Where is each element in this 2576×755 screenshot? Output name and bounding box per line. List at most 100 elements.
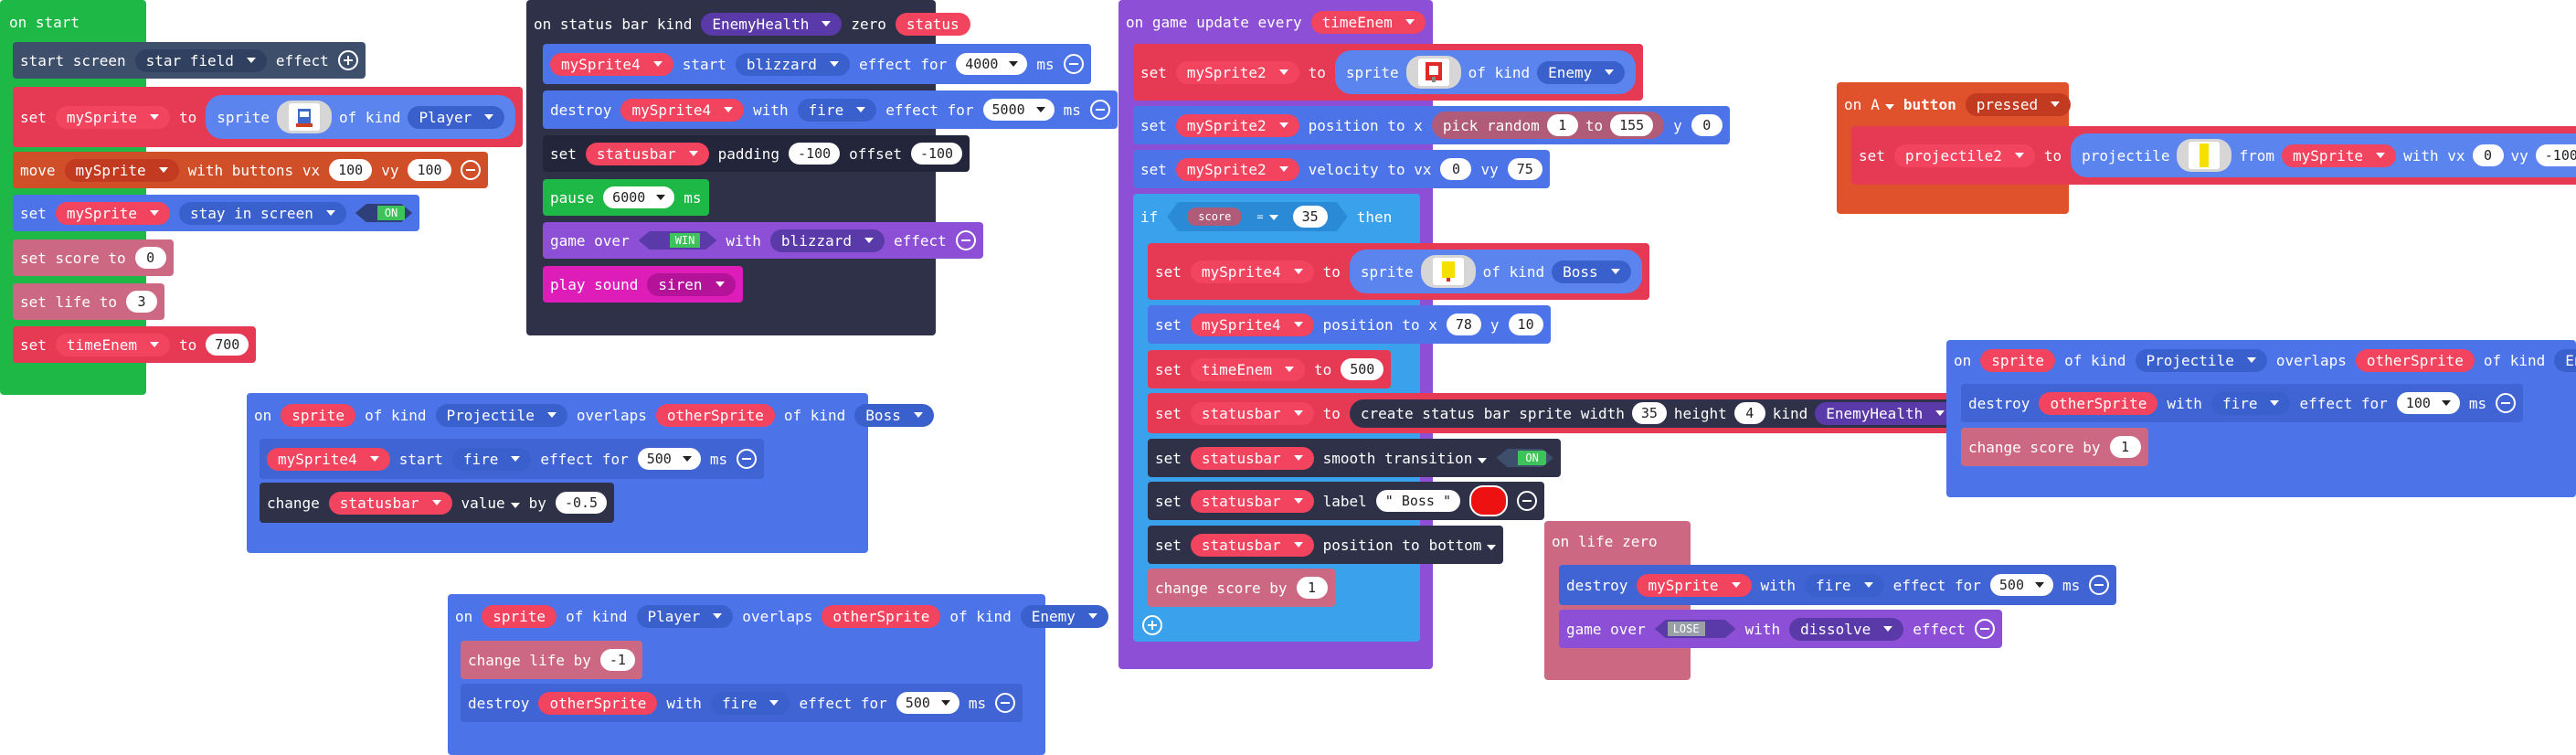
height-input[interactable]: 4 — [1733, 402, 1765, 424]
create-statusbar-reporter[interactable]: create status bar sprite width 35 height… — [1349, 399, 1967, 428]
effect-dropdown[interactable]: dissolve — [1789, 617, 1904, 641]
destroy-block[interactable]: destroy otherSprite with fire effect for… — [1961, 384, 2524, 422]
var-dropdown[interactable]: mySprite4 — [550, 52, 673, 76]
var-dropdown[interactable]: timeEnem — [1310, 10, 1426, 34]
width-input[interactable]: 35 — [1631, 402, 1667, 424]
start-screen-block[interactable]: start screen star field effect — [13, 42, 366, 79]
kind-dropdown[interactable]: Enemy — [1537, 60, 1626, 84]
random-max-input[interactable]: 155 — [1610, 114, 1654, 136]
kind-dropdown[interactable]: Boss — [1552, 260, 1631, 283]
ms-dropdown[interactable]: 100 — [2396, 392, 2460, 414]
kind-dropdown[interactable]: Enemy — [2554, 348, 2576, 372]
minus-icon[interactable] — [1517, 491, 1538, 511]
var-dropdown[interactable]: statusbar — [1190, 489, 1314, 513]
minus-icon[interactable] — [2089, 575, 2110, 595]
sprite-variable[interactable]: sprite — [1980, 348, 2056, 372]
label-block[interactable]: set statusbar label " Boss " — [1148, 482, 1545, 520]
x-input[interactable]: 78 — [1446, 314, 1481, 335]
sprite-image-thumbnail[interactable] — [1405, 56, 1461, 89]
position-dropdown[interactable]: bottom — [1429, 537, 1497, 554]
ms-dropdown[interactable]: 5000 — [982, 99, 1055, 121]
stay-in-screen-block[interactable]: set mySprite stay in screen ON — [13, 195, 420, 231]
other-sprite-variable[interactable]: otherSprite — [822, 604, 941, 628]
set-life-block[interactable]: set life to 3 — [13, 283, 164, 320]
set-enemy-block[interactable]: set mySprite2 to sprite of kind Enemy — [1133, 44, 1644, 101]
var-dropdown[interactable]: mySprite4 — [620, 98, 745, 122]
vx-input[interactable]: 0 — [2472, 144, 2504, 166]
prop-dropdown[interactable]: value — [461, 494, 520, 512]
offset-input[interactable]: -100 — [910, 143, 963, 165]
button-dropdown[interactable]: A — [1871, 96, 1894, 113]
minus-icon[interactable] — [737, 449, 758, 469]
kind-dropdown[interactable]: Player — [408, 105, 505, 129]
minus-icon[interactable] — [955, 230, 976, 250]
projectile-image-thumbnail[interactable] — [2177, 139, 2232, 172]
vx-input[interactable]: 100 — [329, 159, 373, 181]
effect-dropdown[interactable]: fire — [1805, 573, 1884, 597]
effect-dropdown[interactable]: fire — [2210, 391, 2291, 415]
value-input[interactable]: -0.5 — [555, 492, 608, 514]
destroy-block[interactable]: destroy mySprite4 with fire effect for 5… — [543, 90, 1118, 129]
var-dropdown[interactable]: timeEnem — [1190, 357, 1305, 381]
destroy-block[interactable]: destroy mySprite with fire effect for 50… — [1559, 565, 2117, 605]
smooth-transition-block[interactable]: set statusbar smooth transition ON — [1148, 439, 1561, 477]
vy-input[interactable]: 75 — [1507, 158, 1542, 180]
change-life-block[interactable]: change life by -1 — [461, 641, 642, 679]
var-dropdown[interactable]: statusbar — [585, 142, 709, 165]
var-dropdown[interactable]: mySprite2 — [1175, 113, 1299, 137]
play-sound-block[interactable]: play sound siren — [543, 266, 743, 303]
win-toggle[interactable]: WIN — [639, 231, 717, 250]
velocity-block[interactable]: set mySprite2 velocity to vx 0 vy 75 — [1133, 150, 1550, 188]
position-block[interactable]: set mySprite2 position to x pick random … — [1133, 106, 1730, 144]
effect-dropdown[interactable]: fire — [797, 98, 877, 122]
ms-dropdown[interactable]: 500 — [896, 692, 959, 714]
var-dropdown[interactable]: mySprite4 — [1190, 313, 1314, 336]
ms-dropdown[interactable]: 4000 — [956, 53, 1028, 75]
move-block[interactable]: move mySprite with buttons vx 100 vy 100 — [13, 152, 488, 188]
vy-input[interactable]: 100 — [408, 159, 451, 181]
score-input[interactable]: 1 — [2109, 436, 2141, 458]
kind-dropdown[interactable]: EnemyHealth — [1815, 401, 1956, 425]
var-dropdown[interactable]: statusbar — [1190, 446, 1314, 470]
compare-condition[interactable]: score = 35 — [1167, 202, 1347, 231]
kind-dropdown[interactable]: Projectile — [435, 403, 567, 427]
minus-icon[interactable] — [1063, 54, 1084, 74]
var-dropdown[interactable]: mySprite — [64, 158, 179, 182]
y-input[interactable]: 10 — [1508, 314, 1543, 335]
sprite-image-thumbnail[interactable] — [1420, 255, 1476, 288]
effect-dropdown[interactable]: fire — [451, 447, 532, 471]
vx-input[interactable]: 0 — [1440, 158, 1472, 180]
kind-dropdown[interactable]: Enemy — [1020, 604, 1108, 628]
time-input[interactable]: 500 — [1341, 358, 1384, 380]
ms-dropdown[interactable]: 500 — [1989, 574, 2053, 596]
other-sprite-variable[interactable]: otherSprite — [538, 691, 658, 715]
effect-dropdown[interactable]: fire — [710, 691, 790, 715]
score-input[interactable]: 0 — [134, 247, 166, 269]
y-input[interactable]: 0 — [1691, 114, 1723, 136]
prop-dropdown[interactable]: stay in screen — [178, 201, 346, 225]
padding-block[interactable]: set statusbar padding -100 offset -100 — [543, 135, 970, 172]
status-variable[interactable]: status — [895, 12, 970, 36]
state-dropdown[interactable]: pressed — [1965, 92, 2072, 116]
prop-dropdown[interactable]: smooth transition — [1323, 450, 1488, 467]
projectile-reporter[interactable]: projectile from mySprite with vx 0 vy -1… — [2071, 133, 2576, 177]
sound-dropdown[interactable]: siren — [647, 272, 736, 296]
bar-position-block[interactable]: set statusbar position to bottom — [1148, 526, 1504, 564]
pause-dropdown[interactable]: 6000 — [603, 186, 675, 208]
var-dropdown[interactable]: statusbar — [1190, 401, 1314, 425]
add-else-plus-icon[interactable] — [1142, 615, 1162, 635]
random-min-input[interactable]: 1 — [1546, 114, 1578, 136]
minus-icon[interactable] — [1089, 100, 1110, 120]
start-effect-block[interactable]: mySprite4 start blizzard effect for 4000… — [543, 44, 1091, 84]
set-score-block[interactable]: set score to 0 — [13, 239, 174, 276]
vy-input[interactable]: -100 — [2535, 144, 2576, 166]
minus-icon[interactable] — [1975, 619, 1995, 639]
kind-dropdown[interactable]: Player — [636, 604, 734, 628]
other-sprite-variable[interactable]: otherSprite — [2355, 348, 2475, 372]
boss-position-block[interactable]: set mySprite4 position to x 78 y 10 — [1148, 305, 1551, 344]
toggle-on[interactable]: ON — [1496, 449, 1553, 467]
life-input[interactable]: -1 — [599, 649, 635, 671]
other-sprite-variable[interactable]: otherSprite — [2039, 391, 2158, 415]
destroy-block[interactable]: destroy otherSprite with fire effect for… — [461, 684, 1023, 722]
var-dropdown[interactable]: mySprite2 — [1175, 60, 1299, 84]
